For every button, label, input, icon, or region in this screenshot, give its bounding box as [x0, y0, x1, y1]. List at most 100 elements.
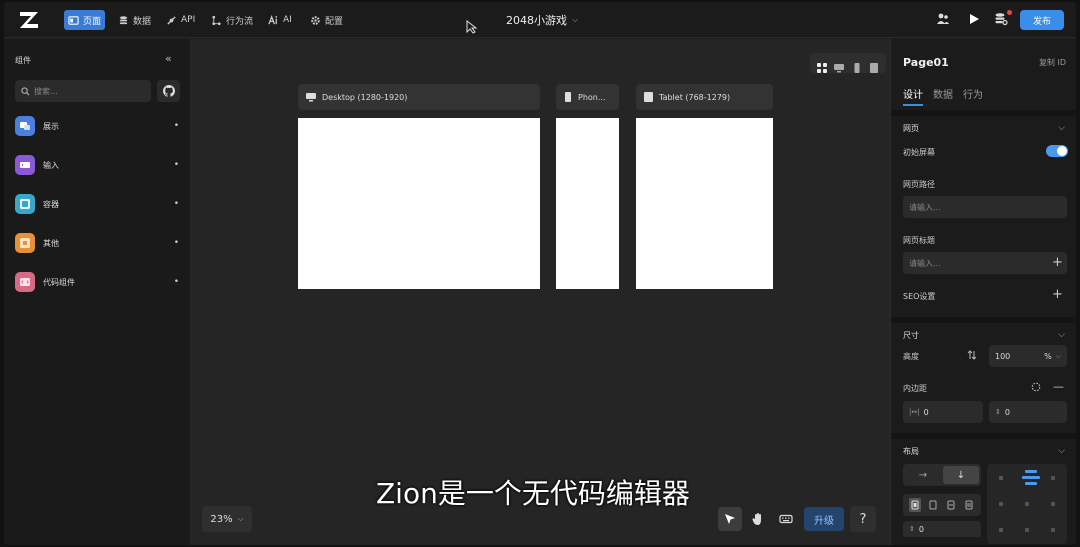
top-bar: 页面 数据 API 行为流 AI 配置 2048小游戏 ⌵ 发布: [4, 2, 1076, 38]
flow-icon: [212, 15, 221, 25]
other-icon: [15, 233, 35, 253]
nav-flow-button[interactable]: 行为流: [207, 10, 257, 30]
search-input[interactable]: [34, 86, 144, 96]
add-title-icon[interactable]: +: [1052, 255, 1063, 270]
users-icon[interactable]: [936, 12, 950, 26]
tab-data[interactable]: 数据: [933, 86, 953, 106]
phone-frame-header[interactable]: Phon...: [556, 84, 619, 110]
zion-logo-icon[interactable]: [18, 10, 40, 30]
category-container[interactable]: 容器 •: [15, 192, 181, 216]
arrow-right-icon[interactable]: →: [905, 466, 941, 484]
collapse-sidebar-icon[interactable]: «: [165, 52, 172, 65]
frame-label: Desktop (1280-1920): [322, 92, 408, 102]
wrap-option-icon[interactable]: [963, 498, 975, 512]
page-name: Page01: [903, 56, 949, 69]
alignment-grid[interactable]: [987, 464, 1067, 544]
page-title-label: 网页标题: [903, 236, 935, 245]
padding-horizontal-input[interactable]: |↔| 0: [903, 401, 983, 423]
padding-horizontal-icon: |↔|: [909, 408, 920, 416]
grid-view-icon[interactable]: [816, 58, 827, 73]
layout-gap-input[interactable]: ⇕ 0: [903, 521, 981, 537]
wrap-option-icon[interactable]: [927, 498, 939, 512]
tab-behavior[interactable]: 行为: [963, 86, 983, 106]
nav-config-button[interactable]: 配置: [306, 10, 347, 30]
tablet-icon: [644, 92, 653, 102]
design-canvas[interactable]: Desktop (1280-1920) Phon... Tablet (768-…: [190, 39, 890, 545]
desktop-frame-header[interactable]: Desktop (1280-1920): [298, 84, 540, 110]
copy-id-button[interactable]: 复制 ID: [1039, 57, 1066, 68]
github-icon: [162, 85, 175, 97]
notification-dot: [1007, 10, 1012, 15]
nav-ai-button[interactable]: AI: [264, 10, 296, 30]
section-size[interactable]: 尺寸 ⌵: [891, 317, 1076, 347]
chevron-down-icon: ⌵: [1055, 351, 1061, 360]
nav-page-label: 页面: [83, 16, 102, 27]
page-title-field[interactable]: [903, 252, 1067, 274]
view-switcher[interactable]: [810, 53, 886, 73]
category-input[interactable]: 输入 •: [15, 153, 181, 177]
padding-vertical-input[interactable]: ⇕ 0: [989, 401, 1067, 423]
nav-data-button[interactable]: 数据: [114, 10, 155, 30]
section-layout[interactable]: 布局 ⌵: [891, 433, 1076, 463]
desktop-view-icon[interactable]: [834, 58, 845, 73]
layout-direction-toggle[interactable]: → ↓: [903, 464, 981, 486]
arrow-down-icon[interactable]: ↓: [943, 466, 979, 484]
expand-dot-icon[interactable]: •: [174, 121, 179, 131]
github-button[interactable]: [157, 80, 180, 102]
expand-dot-icon[interactable]: •: [174, 238, 179, 248]
initial-screen-label: 初始屏幕: [903, 148, 935, 157]
nav-api-button[interactable]: API: [162, 10, 199, 30]
frame-label: Phon...: [578, 92, 606, 102]
height-adjust-icon[interactable]: [967, 350, 977, 360]
category-code-component[interactable]: 代码组件 •: [15, 270, 181, 294]
expand-dot-icon[interactable]: •: [174, 199, 179, 209]
help-button[interactable]: ?: [850, 506, 876, 532]
tablet-frame[interactable]: [636, 118, 773, 289]
seo-label: SEO设置: [903, 292, 936, 301]
tablet-view-icon[interactable]: [869, 58, 879, 73]
gap-icon: ⇕: [909, 525, 915, 533]
select-tool-button[interactable]: [718, 507, 742, 531]
publish-button[interactable]: 发布: [1020, 10, 1064, 30]
padding-horizontal-value: 0: [923, 407, 929, 417]
expand-dot-icon[interactable]: •: [174, 160, 179, 170]
hand-tool-button[interactable]: [746, 507, 770, 531]
page-title-input[interactable]: [909, 258, 1039, 268]
nav-page-button[interactable]: 页面: [64, 10, 106, 30]
padding-expand-icon[interactable]: [1031, 382, 1041, 392]
mouse-cursor-icon: [466, 20, 478, 34]
section-webpage[interactable]: 网页 ⌵: [891, 110, 1076, 140]
chevron-down-icon: ⌵: [1058, 446, 1065, 456]
component-search[interactable]: [15, 80, 151, 102]
phone-view-icon[interactable]: [852, 58, 862, 73]
add-seo-icon[interactable]: +: [1052, 287, 1063, 302]
padding-collapse-icon[interactable]: —: [1053, 380, 1064, 393]
keyboard-shortcuts-button[interactable]: [774, 507, 798, 531]
category-display[interactable]: 展示 •: [15, 114, 181, 138]
tab-design[interactable]: 设计: [903, 86, 923, 106]
expand-dot-icon[interactable]: •: [174, 277, 179, 287]
initial-screen-toggle[interactable]: [1046, 145, 1068, 157]
properties-panel: Page01 复制 ID 设计 数据 行为 网页 ⌵ 初始屏幕 网页路径 网页标…: [890, 39, 1076, 545]
category-label: 展示: [43, 121, 59, 131]
play-icon[interactable]: [967, 12, 981, 26]
wrap-option-icon[interactable]: [945, 498, 957, 512]
page-path-input[interactable]: [909, 202, 1039, 212]
wrap-option-icon[interactable]: [909, 498, 921, 512]
panel-tabs: 设计 数据 行为: [903, 86, 983, 106]
desktop-frame[interactable]: [298, 118, 540, 289]
zoom-dropdown[interactable]: 23% ⌵: [202, 506, 252, 532]
category-other[interactable]: 其他 •: [15, 231, 181, 255]
height-unit[interactable]: %: [1044, 352, 1052, 361]
height-input[interactable]: 100 % ⌵: [989, 345, 1067, 367]
tablet-frame-header[interactable]: Tablet (768-1279): [636, 84, 773, 110]
project-title-dropdown[interactable]: 2048小游戏 ⌵: [506, 12, 578, 28]
category-label: 代码组件: [43, 277, 75, 287]
phone-frame[interactable]: [556, 118, 619, 289]
layout-wrap-options[interactable]: [903, 494, 981, 516]
page-path-field[interactable]: [903, 196, 1067, 218]
chevron-down-icon: ⌵: [1058, 330, 1065, 340]
gap-value: 0: [918, 524, 924, 534]
upgrade-button[interactable]: 升级: [804, 507, 844, 531]
database-settings-icon[interactable]: [994, 12, 1008, 26]
